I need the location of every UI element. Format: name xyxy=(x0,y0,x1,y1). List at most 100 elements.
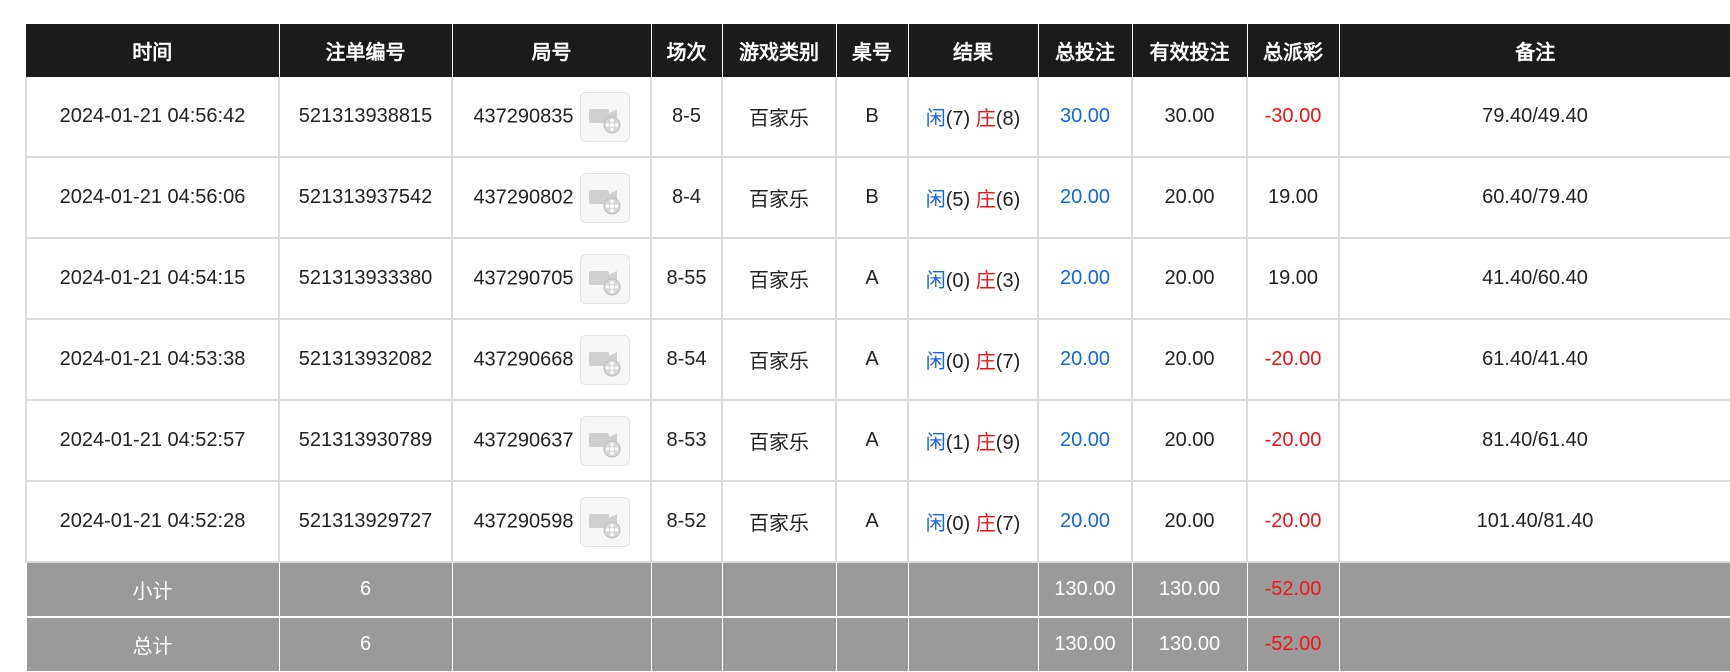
player-score: (0) xyxy=(945,351,971,373)
cell-round: 437290637 xyxy=(451,399,652,482)
col-header-game-type: 游戏类别 xyxy=(721,24,836,77)
bet-records: 时间 注单编号 局号 场次 游戏类别 桌号 结果 总投注 有效投注 总派彩 备注… xyxy=(25,24,1730,672)
subtotal-label: 小计 xyxy=(25,561,280,618)
grandtotal-count: 6 xyxy=(278,616,453,672)
cell-valid-bet: 20.00 xyxy=(1131,399,1248,482)
table-row: 2024-01-21 04:56:42 521313938815 437290835… xyxy=(25,77,1730,158)
cell-payout: -20.00 xyxy=(1246,480,1340,563)
subtotal-valid-bet: 130.00 xyxy=(1131,561,1248,618)
subtotal-payout: -52.00 xyxy=(1246,561,1340,618)
cell-valid-bet: 30.00 xyxy=(1131,77,1248,158)
cell-round: 437290705 xyxy=(451,237,652,320)
banker-score: (6) xyxy=(995,189,1021,211)
player-score: (7) xyxy=(945,108,971,130)
bet-records-table: 时间 注单编号 局号 场次 游戏类别 桌号 结果 总投注 有效投注 总派彩 备注… xyxy=(25,24,1730,672)
cell-bet-id: 521313932082 xyxy=(278,318,453,401)
table-body: 2024-01-21 04:56:42 521313938815 437290835… xyxy=(25,77,1730,672)
cell-result: 闲(1) 庄(9) xyxy=(907,399,1039,482)
banker-score: (9) xyxy=(995,432,1021,454)
banker-label: 庄 xyxy=(975,513,996,535)
cell-table-no: A xyxy=(835,480,909,563)
video-replay-icon[interactable] xyxy=(579,496,630,547)
video-replay-icon[interactable] xyxy=(579,334,630,385)
cell-payout: -30.00 xyxy=(1246,77,1340,158)
empty-cell xyxy=(650,616,723,672)
cell-round: 437290802 xyxy=(451,156,652,239)
cell-table-no: A xyxy=(835,237,909,320)
banker-score: (7) xyxy=(995,513,1021,535)
cell-remark: 61.40/41.40 xyxy=(1338,318,1730,401)
cell-valid-bet: 20.00 xyxy=(1131,156,1248,239)
col-header-table-no: 桌号 xyxy=(835,24,908,77)
empty-cell xyxy=(907,616,1039,672)
cell-bet-id: 521313929727 xyxy=(278,480,453,563)
cell-bet-id: 521313930789 xyxy=(278,399,453,482)
cell-table-no: A xyxy=(835,399,909,482)
player-score: (1) xyxy=(945,432,971,454)
cell-payout: -20.00 xyxy=(1246,318,1340,401)
grandtotal-row: 总计 6 130.00 130.00 -52.00 xyxy=(25,616,1730,672)
cell-time: 2024-01-21 04:54:15 xyxy=(25,237,280,320)
player-score: (0) xyxy=(945,513,971,535)
col-header-bet-id: 注单编号 xyxy=(278,24,452,77)
cell-total-bet: 20.00 xyxy=(1037,399,1133,482)
cell-game-type: 百家乐 xyxy=(721,480,837,563)
banker-score: (7) xyxy=(995,351,1021,373)
cell-bet-id: 521313937542 xyxy=(278,156,453,239)
cell-remark: 60.40/79.40 xyxy=(1338,156,1730,239)
table-row: 2024-01-21 04:53:38 521313932082 437290668… xyxy=(25,318,1730,401)
cell-payout: 19.00 xyxy=(1246,237,1340,320)
grandtotal-total-bet: 130.00 xyxy=(1037,616,1133,672)
video-replay-icon[interactable] xyxy=(579,91,630,142)
cell-table-no: A xyxy=(835,318,909,401)
col-header-time: 时间 xyxy=(26,24,279,77)
player-label: 闲 xyxy=(925,432,946,454)
cell-total-bet: 20.00 xyxy=(1037,318,1133,401)
cell-remark: 41.40/60.40 xyxy=(1338,237,1730,320)
cell-remark: 81.40/61.40 xyxy=(1338,399,1730,482)
col-header-session: 场次 xyxy=(650,24,722,77)
banker-label: 庄 xyxy=(975,108,996,130)
table-row: 2024-01-21 04:52:57 521313930789 437290637… xyxy=(25,399,1730,482)
cell-bet-id: 521313938815 xyxy=(278,77,453,158)
cell-valid-bet: 20.00 xyxy=(1131,318,1248,401)
cell-result: 闲(5) 庄(6) xyxy=(907,156,1039,239)
subtotal-row: 小计 6 130.00 130.00 -52.00 xyxy=(25,561,1730,618)
empty-cell xyxy=(451,616,652,672)
table-header-row: 时间 注单编号 局号 场次 游戏类别 桌号 结果 总投注 有效投注 总派彩 备注 xyxy=(26,24,1730,77)
player-label: 闲 xyxy=(925,513,946,535)
player-label: 闲 xyxy=(925,108,946,130)
video-replay-icon[interactable] xyxy=(579,172,630,223)
cell-game-type: 百家乐 xyxy=(721,399,837,482)
cell-round: 437290835 xyxy=(451,77,652,158)
cell-table-no: B xyxy=(835,156,909,239)
col-header-valid-bet: 有效投注 xyxy=(1131,24,1247,77)
cell-round: 437290668 xyxy=(451,318,652,401)
cell-time: 2024-01-21 04:56:06 xyxy=(25,156,280,239)
col-header-payout: 总派彩 xyxy=(1246,24,1339,77)
cell-session: 8-52 xyxy=(650,480,723,563)
video-replay-icon[interactable] xyxy=(579,415,630,466)
cell-round: 437290598 xyxy=(451,480,652,563)
cell-result: 闲(0) 庄(3) xyxy=(907,237,1039,320)
video-replay-icon[interactable] xyxy=(579,253,630,304)
player-label: 闲 xyxy=(925,351,946,373)
banker-label: 庄 xyxy=(975,270,996,292)
cell-total-bet: 30.00 xyxy=(1037,77,1133,158)
table-row: 2024-01-21 04:54:15 521313933380 437290705… xyxy=(25,237,1730,320)
round-number: 437290598 xyxy=(473,510,574,532)
cell-valid-bet: 20.00 xyxy=(1131,480,1248,563)
cell-valid-bet: 20.00 xyxy=(1131,237,1248,320)
empty-cell xyxy=(650,561,723,618)
round-number: 437290705 xyxy=(473,267,574,289)
cell-time: 2024-01-21 04:52:57 xyxy=(25,399,280,482)
cell-result: 闲(0) 庄(7) xyxy=(907,318,1039,401)
empty-cell xyxy=(835,616,909,672)
empty-cell xyxy=(1338,561,1730,618)
empty-cell xyxy=(907,561,1039,618)
cell-session: 8-54 xyxy=(650,318,723,401)
cell-total-bet: 20.00 xyxy=(1037,156,1133,239)
cell-time: 2024-01-21 04:56:42 xyxy=(25,77,280,158)
col-header-round: 局号 xyxy=(451,24,651,77)
banker-label: 庄 xyxy=(975,351,996,373)
